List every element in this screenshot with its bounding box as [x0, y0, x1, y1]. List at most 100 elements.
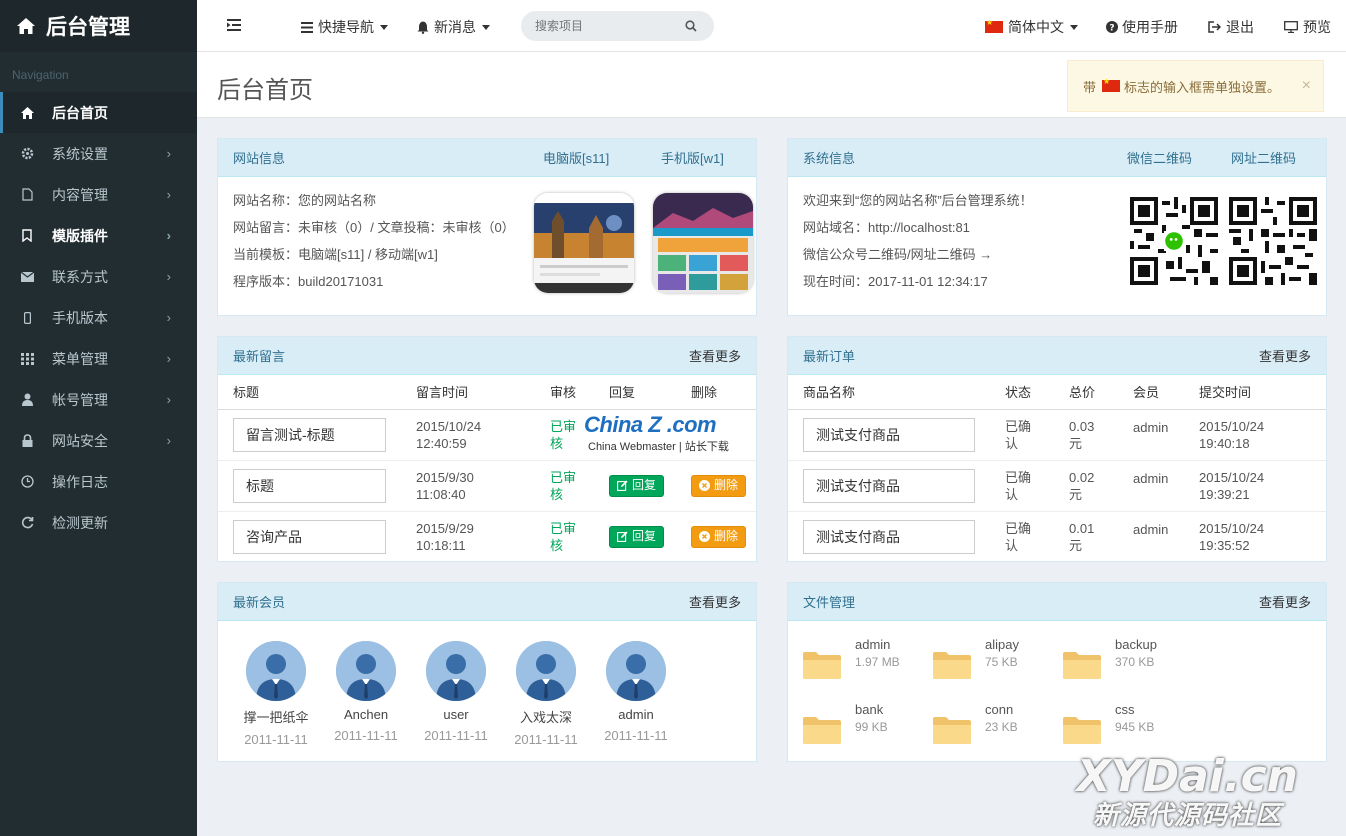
- brand-title: 后台管理: [46, 16, 130, 39]
- view-more-link[interactable]: 查看更多: [689, 592, 741, 611]
- member-card[interactable]: 入戏太深 2011-11-11: [501, 641, 591, 747]
- close-icon[interactable]: ×: [1302, 77, 1311, 95]
- xydai-watermark: XYDai.cn 新源代源码社区: [1077, 755, 1298, 831]
- sidebar-item-logs[interactable]: 操作日志: [0, 461, 197, 502]
- sidebar-item-label: 联系方式: [52, 268, 108, 285]
- alert-text: 标志的输入框需单独设置。: [1124, 79, 1281, 95]
- mobile-version-link[interactable]: 手机版[w1]: [661, 148, 724, 167]
- monitor-icon: [1284, 21, 1298, 33]
- brand[interactable]: 后台管理: [0, 0, 197, 52]
- sign-out-icon: [1208, 21, 1221, 33]
- sidebar-item-templates[interactable]: 模版插件 ›: [0, 215, 197, 256]
- sidebar-item-home[interactable]: 后台首页: [0, 92, 197, 133]
- reply-button[interactable]: 回复: [609, 525, 665, 548]
- product-name-input[interactable]: [803, 417, 975, 452]
- table-header-row: 商品名称 状态 总价 会员 提交时间: [788, 375, 1326, 410]
- grid-icon: [20, 352, 34, 366]
- file-name: admin: [855, 637, 891, 652]
- sidebar-item-contact[interactable]: 联系方式 ›: [0, 256, 197, 297]
- delete-button[interactable]: 删除: [691, 525, 747, 548]
- nav-header: Navigation: [12, 68, 69, 82]
- sidebar-item-mobile[interactable]: 手机版本 ›: [0, 297, 197, 338]
- user-icon: [20, 393, 34, 407]
- panel-title: 最新留言: [233, 349, 286, 364]
- envelope-icon: [20, 270, 34, 284]
- sidebar-item-menus[interactable]: 菜单管理 ›: [0, 338, 197, 379]
- member-date: 2011-11-11: [334, 728, 398, 743]
- search-input[interactable]: [535, 19, 685, 33]
- product-name-input[interactable]: [803, 519, 975, 554]
- chevron-right-icon: ›: [166, 310, 171, 325]
- file-item[interactable]: backup 370 KB: [1063, 637, 1157, 679]
- order-time: 2015/10/24 19:40:18: [1184, 408, 1326, 460]
- logout-link[interactable]: 退出: [1208, 17, 1254, 37]
- chevron-right-icon: ›: [166, 146, 171, 161]
- file-item[interactable]: alipay 75 KB: [933, 637, 1019, 679]
- view-more-link[interactable]: 查看更多: [689, 346, 741, 365]
- order-status: 已确认: [990, 408, 1054, 460]
- url-qr-tab[interactable]: 网址二维码: [1231, 148, 1296, 167]
- message-time: 2015/9/29 10:18:11: [401, 510, 535, 562]
- manual-link[interactable]: ? 使用手册: [1106, 17, 1178, 37]
- preview-link[interactable]: 预览: [1284, 17, 1331, 37]
- language-dropdown[interactable]: 简体中文: [985, 17, 1078, 37]
- sidebar-item-accounts[interactable]: 帐号管理 ›: [0, 379, 197, 420]
- sidebar-item-update[interactable]: 检测更新: [0, 502, 197, 543]
- message-time: 2015/9/30 11:08:40: [401, 459, 535, 511]
- quick-nav-dropdown[interactable]: 快捷导航: [301, 17, 388, 37]
- messages-dropdown[interactable]: 新消息: [417, 17, 490, 37]
- column-header: 回复: [594, 375, 676, 410]
- view-more-link[interactable]: 查看更多: [1259, 592, 1311, 611]
- member-card[interactable]: Anchen 2011-11-11: [321, 641, 411, 743]
- avatar: [426, 641, 486, 701]
- delete-button[interactable]: 删除: [691, 474, 747, 497]
- message-title-input[interactable]: [233, 468, 386, 503]
- order-time: 2015/10/24 19:39:21: [1184, 459, 1326, 511]
- file-item[interactable]: admin 1.97 MB: [803, 637, 900, 679]
- sidebar-item-label: 帐号管理: [52, 391, 108, 408]
- sidebar-toggle-button[interactable]: [227, 19, 241, 34]
- reply-button[interactable]: 回复: [609, 474, 665, 497]
- message-title-input[interactable]: [233, 417, 386, 452]
- mobile-template-thumbnail[interactable]: [653, 193, 753, 293]
- order-member: admin: [1118, 459, 1184, 511]
- wechat-qr-code: [1130, 197, 1218, 285]
- lock-icon: [20, 434, 34, 448]
- member-card[interactable]: 撑一把纸伞 2011-11-11: [231, 641, 321, 747]
- panel-title: 最新会员: [233, 595, 286, 610]
- file-item[interactable]: conn 23 KB: [933, 702, 1018, 744]
- member-card[interactable]: admin 2011-11-11: [591, 641, 681, 743]
- table-row: 已确认 0.01元 admin 2015/10/2419:35:52: [788, 510, 1326, 562]
- member-date: 2011-11-11: [604, 728, 668, 743]
- order-status: 已确认: [990, 459, 1054, 511]
- file-item[interactable]: bank 99 KB: [803, 702, 888, 744]
- review-status: 已审核: [535, 510, 594, 562]
- table-header-row: 标题 留言时间 审核 回复 删除: [218, 375, 756, 410]
- message-title-input[interactable]: [233, 519, 386, 554]
- chevron-right-icon: ›: [166, 228, 171, 243]
- latest-orders-panel: 最新订单 查看更多 商品名称 状态 总价 会员 提交时间 已确认 0.03元 a…: [787, 336, 1327, 562]
- search-icon[interactable]: [685, 20, 697, 32]
- panel-header: 最新留言 查看更多: [218, 337, 756, 375]
- sidebar-item-security[interactable]: 网站安全 ›: [0, 420, 197, 461]
- sidebar-item-settings[interactable]: 系统设置 ›: [0, 133, 197, 174]
- latest-members-panel: 最新会员 查看更多 撑一把纸伞 2011-11-11 Anchen 2011-11-1…: [217, 582, 757, 762]
- edit-icon: [617, 531, 628, 543]
- file-item[interactable]: css 945 KB: [1063, 702, 1154, 744]
- pc-template-thumbnail[interactable]: [534, 193, 634, 293]
- member-name: Anchen: [343, 707, 389, 722]
- product-name-input[interactable]: [803, 468, 975, 503]
- file-size: 945 KB: [1115, 720, 1155, 734]
- pc-version-link[interactable]: 电脑版[s11]: [543, 148, 609, 167]
- order-price: 0.03 元: [1054, 408, 1118, 460]
- column-header: 留言时间: [401, 375, 535, 410]
- view-more-link[interactable]: 查看更多: [1259, 346, 1311, 365]
- refresh-icon: [20, 516, 34, 530]
- caret-down-icon: [1070, 24, 1078, 30]
- wechat-qr-tab[interactable]: 微信二维码: [1127, 148, 1192, 167]
- order-status: 已确认: [990, 510, 1054, 562]
- column-header: 总价: [1054, 375, 1118, 410]
- folder-icon: [1063, 716, 1101, 744]
- sidebar-item-content[interactable]: 内容管理 ›: [0, 174, 197, 215]
- member-card[interactable]: user 2011-11-11: [411, 641, 501, 743]
